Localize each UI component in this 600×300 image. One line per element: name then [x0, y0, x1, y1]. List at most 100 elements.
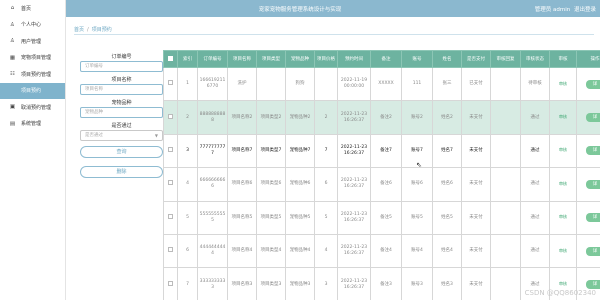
column-header: 项目价格 — [314, 50, 338, 68]
table-cell-name: 项目名称5 — [227, 200, 257, 235]
column-header: 备注 — [370, 50, 402, 68]
column-header: 操作 — [576, 50, 600, 68]
table-row[interactable]: 5 5555555555 项目名称5 项目类型5 宠物品种5 5 2022-11-23 16… — [163, 200, 600, 235]
table-cell-remark: XXXXX — [370, 66, 402, 102]
sidebar-item-booking[interactable]: 项目预约 — [0, 82, 65, 99]
table-cell-account: 账号5 — [401, 200, 433, 235]
column-header: 审核状态 — [520, 50, 550, 68]
row-select-cell[interactable] — [163, 133, 178, 169]
audit-link[interactable]: 审核 — [559, 281, 567, 286]
search-button[interactable]: 查询 — [80, 146, 163, 158]
audit-link[interactable]: 审核 — [559, 147, 567, 152]
table-cell-breed: 宠物品种5 — [285, 200, 315, 235]
row-select-cell[interactable] — [163, 167, 178, 202]
column-header: 索引 — [177, 50, 198, 68]
breadcrumb-home[interactable]: 首页 — [74, 26, 84, 33]
row-checkbox[interactable] — [168, 247, 173, 253]
column-header: 是否支付 — [461, 50, 491, 68]
column-header: 项目名称 — [227, 50, 257, 68]
users-icon: ♙ — [10, 38, 15, 45]
audit-link[interactable]: 审核 — [559, 248, 567, 253]
table-cell-time: 2022-11-19 00:00:00 — [337, 66, 371, 102]
table-cell-type: 项目类型4 — [256, 233, 286, 269]
delete-button[interactable]: 删除 — [80, 166, 163, 178]
table-cell-index: 7 — [177, 267, 198, 300]
table-cell-remark: 备注2 — [370, 100, 402, 135]
row-checkbox[interactable] — [168, 146, 173, 152]
sidebar-item-label: 项目预约 — [21, 88, 42, 95]
audit-link[interactable]: 审核 — [559, 81, 567, 86]
table-cell-time: 2022-11-23 16:26:37 — [337, 267, 371, 300]
select-all-checkbox[interactable] — [168, 55, 173, 61]
table-cell-reply — [490, 66, 521, 102]
table-cell-order: 7777777777 — [197, 133, 228, 169]
details-button[interactable]: 详 — [586, 280, 600, 290]
table-cell-breed: 宠物品种7 — [285, 133, 315, 169]
table-cell-index: 5 — [177, 200, 198, 235]
sidebar-item-system[interactable]: ▤ 系统管理 — [0, 116, 65, 133]
row-checkbox[interactable] — [168, 180, 173, 186]
row-checkbox[interactable] — [168, 213, 173, 219]
row-select-cell[interactable] — [163, 233, 178, 269]
table-cell-type: 项目类型3 — [256, 267, 286, 300]
watermark: CSDN @QQ8602340 — [524, 289, 596, 297]
passed-label: 是否通过 — [111, 123, 132, 129]
name-input[interactable]: 项目名称 — [80, 84, 163, 95]
details-button[interactable]: 详 — [586, 113, 600, 123]
table-cell-index: 2 — [177, 100, 198, 135]
row-select-cell[interactable] — [163, 100, 178, 135]
select-all-header[interactable] — [163, 50, 178, 68]
table-cell-reply — [490, 100, 521, 135]
user-icon: ♙ — [10, 21, 15, 28]
audit-link[interactable]: 审核 — [559, 214, 567, 219]
passed-select[interactable]: 是否通过 ▼ — [80, 130, 163, 141]
sidebar-item-home[interactable]: ⌂ 首页 — [0, 0, 65, 17]
table-cell-breed: 狗狗 — [285, 66, 315, 102]
audit-link[interactable]: 审核 — [559, 114, 567, 119]
row-select-cell[interactable] — [163, 267, 178, 300]
column-header: 姓名 — [432, 50, 462, 68]
breed-input[interactable]: 宠物品种 — [80, 107, 163, 118]
details-button[interactable]: 详 — [586, 179, 600, 189]
sidebar-item-cancel[interactable]: ▣ 取消预约管理 — [0, 99, 65, 116]
audit-link[interactable]: 审核 — [559, 181, 567, 186]
table-cell-type — [256, 66, 286, 102]
list-icon: ☷ — [10, 71, 15, 78]
table-row[interactable]: 1 1666192116770 洗护 狗狗 2022-11-19 00:00:00 XXX… — [163, 66, 600, 102]
order-input[interactable]: 订单编号 — [80, 61, 163, 72]
action-cell: 详 — [576, 100, 600, 135]
breadcrumb-separator: / — [87, 26, 89, 33]
sidebar-item-users[interactable]: ♙ 用户管理 — [0, 33, 65, 50]
row-checkbox[interactable] — [168, 113, 173, 119]
sidebar-item-label: 取消预约管理 — [21, 104, 52, 111]
table-cell-breed: 宠物品种4 — [285, 233, 315, 269]
sidebar-item-pet-projects[interactable]: ▦ 宠物项目管理 — [0, 50, 65, 67]
user-area: 管理员 admin 退出登录 — [533, 5, 596, 13]
table-cell-status: 待审核 — [520, 66, 550, 102]
table-cell-price: 4 — [314, 233, 338, 269]
table-row[interactable]: 3 7777777777 项目名称7 项目类型7 宠物品种7 7 2022-11-23 16… — [163, 133, 600, 169]
table-row[interactable]: 4 6666666666 项目名称6 项目类型6 宠物品种6 6 2022-11-23 16… — [163, 167, 600, 202]
details-button[interactable]: 详 — [586, 79, 600, 89]
filter-panel: 订单编号 订单编号 项目名称 项目名称 宠物品种 宠物品种 是否通过 是否通过 ▼… — [80, 53, 163, 186]
row-checkbox[interactable] — [168, 280, 173, 286]
row-select-cell[interactable] — [163, 200, 178, 235]
details-button[interactable]: 详 — [586, 213, 600, 223]
breed-label: 宠物品种 — [111, 100, 132, 106]
table-row[interactable]: 6 4444444444 项目名称4 项目类型4 宠物品种4 4 2022-11-23 16… — [163, 233, 600, 269]
audit-cell: 审核 — [549, 66, 577, 102]
table-cell-person: 姓名5 — [432, 200, 462, 235]
sidebar-item-booking-mgmt[interactable]: ☷ 项目预约管理 — [0, 66, 65, 83]
sidebar-item-profile[interactable]: ♙ 个人中心 — [0, 17, 65, 34]
details-button[interactable]: 详 — [586, 246, 600, 256]
row-select-cell[interactable] — [163, 66, 178, 102]
row-checkbox[interactable] — [168, 80, 173, 86]
action-cell: 详 — [576, 200, 600, 235]
sidebar-item-label: 首页 — [21, 5, 32, 12]
table-cell-type: 项目类型5 — [256, 200, 286, 235]
action-cell: 详 — [576, 133, 600, 169]
logout-link[interactable]: 退出登录 — [574, 7, 596, 13]
details-button[interactable]: 详 — [586, 146, 600, 156]
table-row[interactable]: 2 8888888888 项目名称2 项目类型2 宠物品种2 2 2022-11-23 16… — [163, 100, 600, 135]
table-cell-account: 账号2 — [401, 100, 433, 135]
